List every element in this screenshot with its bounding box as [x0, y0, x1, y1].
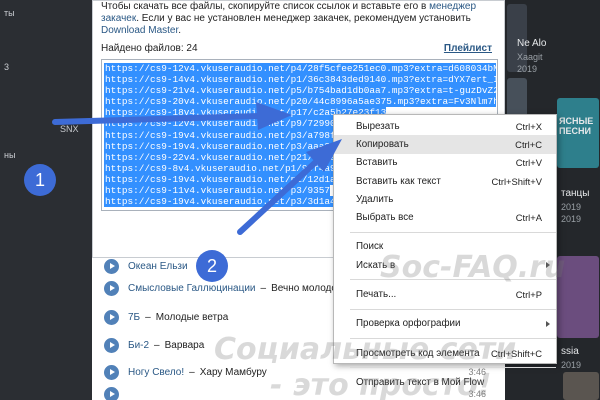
bg-artist-name[interactable]: Ne Alo: [517, 38, 546, 49]
menu-item-label: Вставить: [356, 157, 398, 169]
menu-item-label: Отправить текст в Мой Flow: [356, 376, 485, 388]
menu-item-paste-plain[interactable]: Вставить как текст Ctrl+Shift+V: [334, 172, 556, 190]
bg-album-caption: ЯСНЫЕ ПЕСНИ: [559, 116, 594, 136]
menu-item-delete[interactable]: Удалить: [334, 190, 556, 208]
menu-item-cut[interactable]: Вырезать Ctrl+X: [334, 117, 556, 135]
play-icon[interactable]: [104, 258, 119, 274]
menu-item-shortcut: Ctrl+V: [515, 157, 542, 169]
track-title: Хару Мамбуру: [199, 366, 267, 378]
menu-item-select-all[interactable]: Выбрать все Ctrl+A: [334, 208, 556, 226]
hint-text-part: .: [178, 25, 182, 36]
menu-item-label: Просмотреть код элемента: [356, 347, 480, 359]
menu-separator: [350, 231, 556, 233]
bg-year: 2019: [561, 202, 582, 212]
bg-artist-sub: Xaagit: [517, 52, 543, 62]
bg-fragment: SNX: [60, 124, 79, 134]
menu-item-inspect[interactable]: Просмотреть код элемента Ctrl+Shift+C: [334, 344, 556, 362]
submenu-arrow-icon: [546, 262, 550, 269]
dialog-hint-text: Чтобы скачать все файлы, скопируйте спис…: [101, 1, 493, 37]
menu-item-label: Печать...: [356, 289, 397, 301]
download-master-link[interactable]: Download Master: [101, 25, 178, 36]
menu-item-spellcheck[interactable]: Проверка орфографии: [334, 315, 556, 333]
track-row[interactable]: Океан Ельзи: [104, 256, 188, 276]
track-title: Молодые ветра: [155, 311, 229, 323]
menu-item-label: Искать в: [356, 259, 396, 271]
link-line: https://cs9-19v4.vkuseraudio.net/p1/12d1…: [104, 173, 342, 186]
track-row[interactable]: Смысловые Галлюцинации – Вечно молодой: [104, 278, 343, 298]
track-separator: –: [145, 311, 151, 323]
bg-item-text[interactable]: танцы: [561, 188, 589, 199]
hint-text-part: Чтобы скачать все файлы, скопируйте спис…: [101, 1, 430, 12]
play-icon[interactable]: [104, 309, 119, 325]
menu-item-label: Вырезать: [356, 120, 400, 132]
track-row[interactable]: 7Б – Молодые ветра: [104, 307, 228, 327]
menu-item-label: Удалить: [356, 193, 394, 205]
track-artist[interactable]: 7Б: [128, 312, 140, 323]
track-separator: –: [189, 366, 195, 378]
track-artist[interactable]: Би-2: [128, 340, 149, 351]
submenu-arrow-icon: [546, 320, 550, 327]
link-line: https://cs9-8v4.vkuseraudio.net/p1/99f4a…: [104, 162, 364, 174]
menu-separator: [350, 308, 556, 310]
track-separator: –: [260, 282, 267, 294]
bg-fragment: ны: [4, 150, 16, 160]
menu-item-print[interactable]: Печать... Ctrl+P: [334, 285, 556, 303]
link-line: https://cs9-20v4.vkuseraudio.net/p20/44c…: [104, 96, 496, 108]
menu-item-search-in[interactable]: Искать в: [334, 256, 556, 274]
menu-item-copy[interactable]: Копировать Ctrl+C: [334, 135, 556, 154]
menu-item-label: Выбрать все: [356, 212, 414, 224]
link-line: https://cs9-11v4.vkuseraudio.net/p3/9357: [104, 185, 331, 197]
bg-album-tile[interactable]: [563, 372, 599, 400]
menu-item-label: Поиск: [356, 241, 384, 253]
bg-album-tile[interactable]: [557, 256, 599, 338]
menu-item-label: Проверка орфографии: [356, 318, 461, 330]
menu-item-send-flow[interactable]: Отправить текст в Мой Flow: [334, 373, 556, 391]
menu-separator: [350, 367, 556, 369]
bg-item-text[interactable]: ssia: [561, 346, 579, 357]
track-row[interactable]: Би-2 – Варвара: [104, 335, 204, 355]
menu-item-paste[interactable]: Вставить Ctrl+V: [334, 154, 556, 172]
bg-fragment: ты: [4, 8, 15, 18]
track-artist[interactable]: Океан Ельзи: [128, 261, 188, 272]
bg-year: 2019: [561, 214, 582, 224]
menu-item-search[interactable]: Поиск: [334, 238, 556, 256]
playlist-link[interactable]: Плейлист: [444, 43, 492, 54]
menu-item-shortcut: Ctrl+A: [515, 212, 542, 224]
context-menu: Вырезать Ctrl+X Копировать Ctrl+C Встави…: [333, 114, 557, 388]
background-left-column: ты 3 SNX ны: [0, 0, 92, 400]
bg-year: 2019: [561, 360, 582, 370]
play-icon[interactable]: [104, 386, 119, 400]
menu-item-shortcut: Ctrl+P: [515, 289, 542, 301]
menu-item-label: Вставить как текст: [356, 175, 441, 187]
menu-item-shortcut: Ctrl+C: [515, 138, 542, 150]
play-icon[interactable]: [104, 337, 119, 353]
link-line: https://cs9-12v4.vkuseraudio.net/p4/28f5…: [104, 63, 496, 75]
play-icon[interactable]: [104, 280, 119, 296]
menu-item-shortcut: Ctrl+X: [515, 120, 542, 132]
track-artist[interactable]: Смысловые Галлюцинации: [128, 283, 256, 294]
link-line: https://cs9-14v4.vkuseraudio.net/p1/36c3…: [104, 74, 496, 86]
bg-year: 2019: [517, 64, 538, 74]
play-icon[interactable]: [104, 364, 119, 380]
menu-item-shortcut: Ctrl+Shift+V: [491, 175, 542, 187]
track-artist[interactable]: Ногу Свело!: [128, 367, 184, 378]
menu-separator: [350, 337, 556, 339]
menu-item-shortcut: Ctrl+Shift+C: [490, 347, 542, 359]
link-line: https://cs9-21v4.vkuseraudio.net/p5/b754…: [104, 85, 496, 97]
track-separator: –: [154, 339, 160, 351]
menu-item-label: Копировать: [356, 138, 409, 150]
track-title: Вечно молодой: [271, 282, 343, 294]
track-title: Варвара: [164, 339, 205, 351]
menu-separator: [350, 279, 556, 281]
hint-text-part: . Если у вас не установлен менеджер зака…: [136, 13, 471, 24]
files-found-count: Найдено файлов: 24: [101, 43, 198, 54]
bg-fragment: 3: [4, 62, 10, 72]
